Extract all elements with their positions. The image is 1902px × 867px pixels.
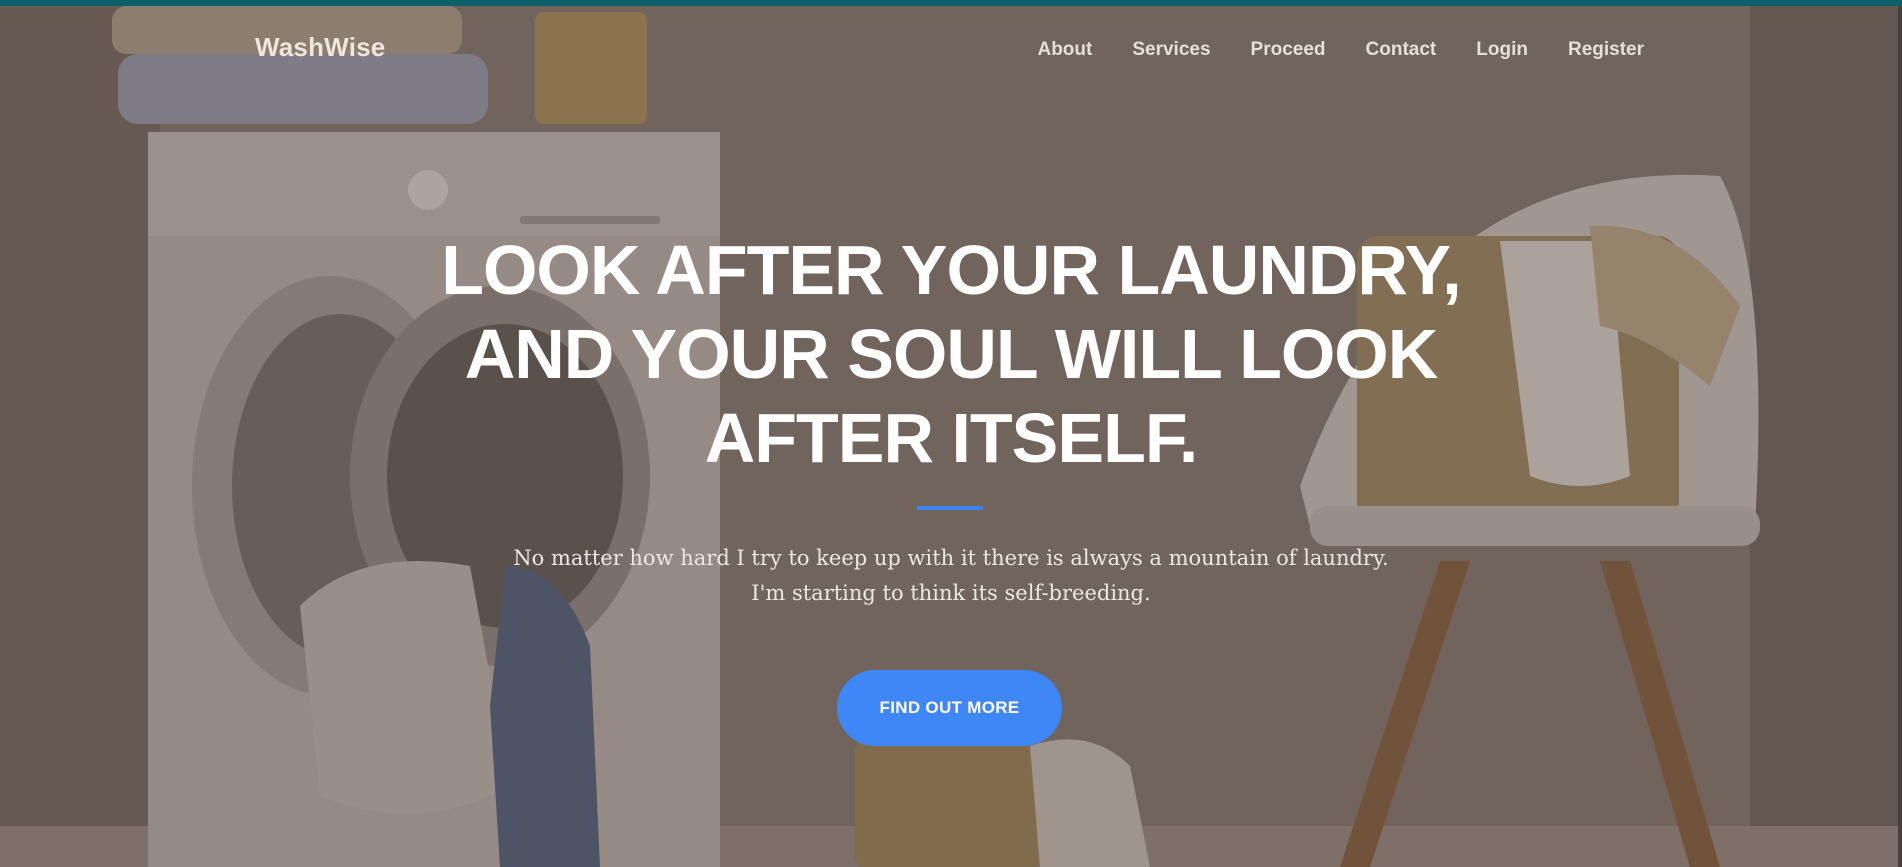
hero-subtitle-line-2: I'm starting to think its self-breeding. <box>751 581 1151 605</box>
find-out-more-button[interactable]: FIND OUT MORE <box>837 670 1062 746</box>
hero-subtitle-line-1: No matter how hard I try to keep up with… <box>513 546 1389 570</box>
hero-headline-line-1: LOOK AFTER YOUR LAUNDRY, <box>441 231 1462 309</box>
page-scrollbar[interactable] <box>1898 6 1902 867</box>
nav-link-proceed[interactable]: Proceed <box>1251 39 1326 61</box>
nav-link-about[interactable]: About <box>1037 39 1092 61</box>
hero-headline: LOOK AFTER YOUR LAUNDRY, AND YOUR SOUL W… <box>301 228 1601 480</box>
nav-links: About Services Proceed Contact Login Reg… <box>1037 39 1644 61</box>
nav-link-register[interactable]: Register <box>1568 39 1644 61</box>
hero-headline-line-2: AND YOUR SOUL WILL LOOK <box>464 315 1439 393</box>
hero-headline-line-3: AFTER ITSELF. <box>704 399 1199 477</box>
nav-link-contact[interactable]: Contact <box>1366 39 1437 61</box>
top-accent-bar <box>0 0 1902 6</box>
nav-link-login[interactable]: Login <box>1476 39 1528 61</box>
headline-divider <box>917 506 983 510</box>
nav-link-services[interactable]: Services <box>1132 39 1210 61</box>
brand-logo-link[interactable]: WashWise <box>255 32 385 63</box>
main-navbar: WashWise About Services Proceed Contact … <box>0 6 1902 96</box>
hero-subtitle: No matter how hard I try to keep up with… <box>401 541 1501 611</box>
